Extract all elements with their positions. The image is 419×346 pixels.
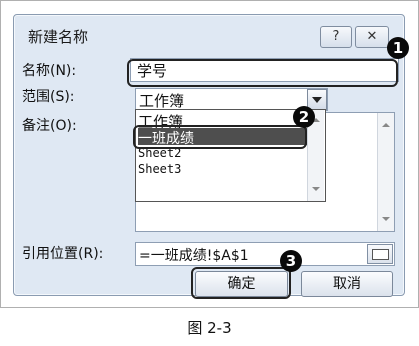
scroll-up-icon[interactable] (382, 123, 390, 127)
callout-box-ok (191, 267, 291, 299)
callout-box-name (127, 59, 398, 87)
scroll-down-icon[interactable] (382, 217, 390, 221)
figure-caption: 图 2-3 (187, 319, 232, 337)
figure-frame: 新建名称 ? ✕ 名称(N): 学号 范围(S): 工作簿 备注(O): 工作簿… (0, 0, 419, 308)
comment-scrollbar[interactable] (377, 113, 394, 231)
help-button[interactable]: ? (320, 26, 352, 48)
callout-box-option (133, 125, 307, 149)
scope-label: 范围(S): (22, 89, 75, 105)
marker-1: 1 (387, 37, 409, 59)
close-button[interactable]: ✕ (355, 26, 389, 48)
name-label: 名称(N): (22, 63, 77, 79)
chevron-down-icon (312, 97, 322, 103)
marker-3: 3 (280, 250, 302, 272)
ref-label: 引用位置(R): (22, 246, 104, 262)
marker-2: 2 (293, 106, 315, 128)
new-name-dialog: 新建名称 ? ✕ 名称(N): 学号 范围(S): 工作簿 备注(O): 工作簿… (13, 14, 405, 297)
title-bar: 新建名称 ? ✕ (14, 15, 404, 55)
ref-field[interactable]: =一班成绩!$A$1 (135, 242, 395, 266)
dialog-title: 新建名称 (28, 28, 89, 46)
ref-value: =一班成绩!$A$1 (139, 248, 249, 264)
cancel-button[interactable]: 取消 (301, 271, 393, 297)
collapse-dialog-button[interactable] (367, 244, 393, 264)
comment-label: 备注(O): (22, 118, 77, 134)
scope-value: 工作簿 (139, 92, 185, 110)
range-select-icon (372, 249, 389, 260)
scroll-down-icon[interactable] (312, 187, 320, 191)
scope-option[interactable]: Sheet3 (138, 162, 181, 179)
